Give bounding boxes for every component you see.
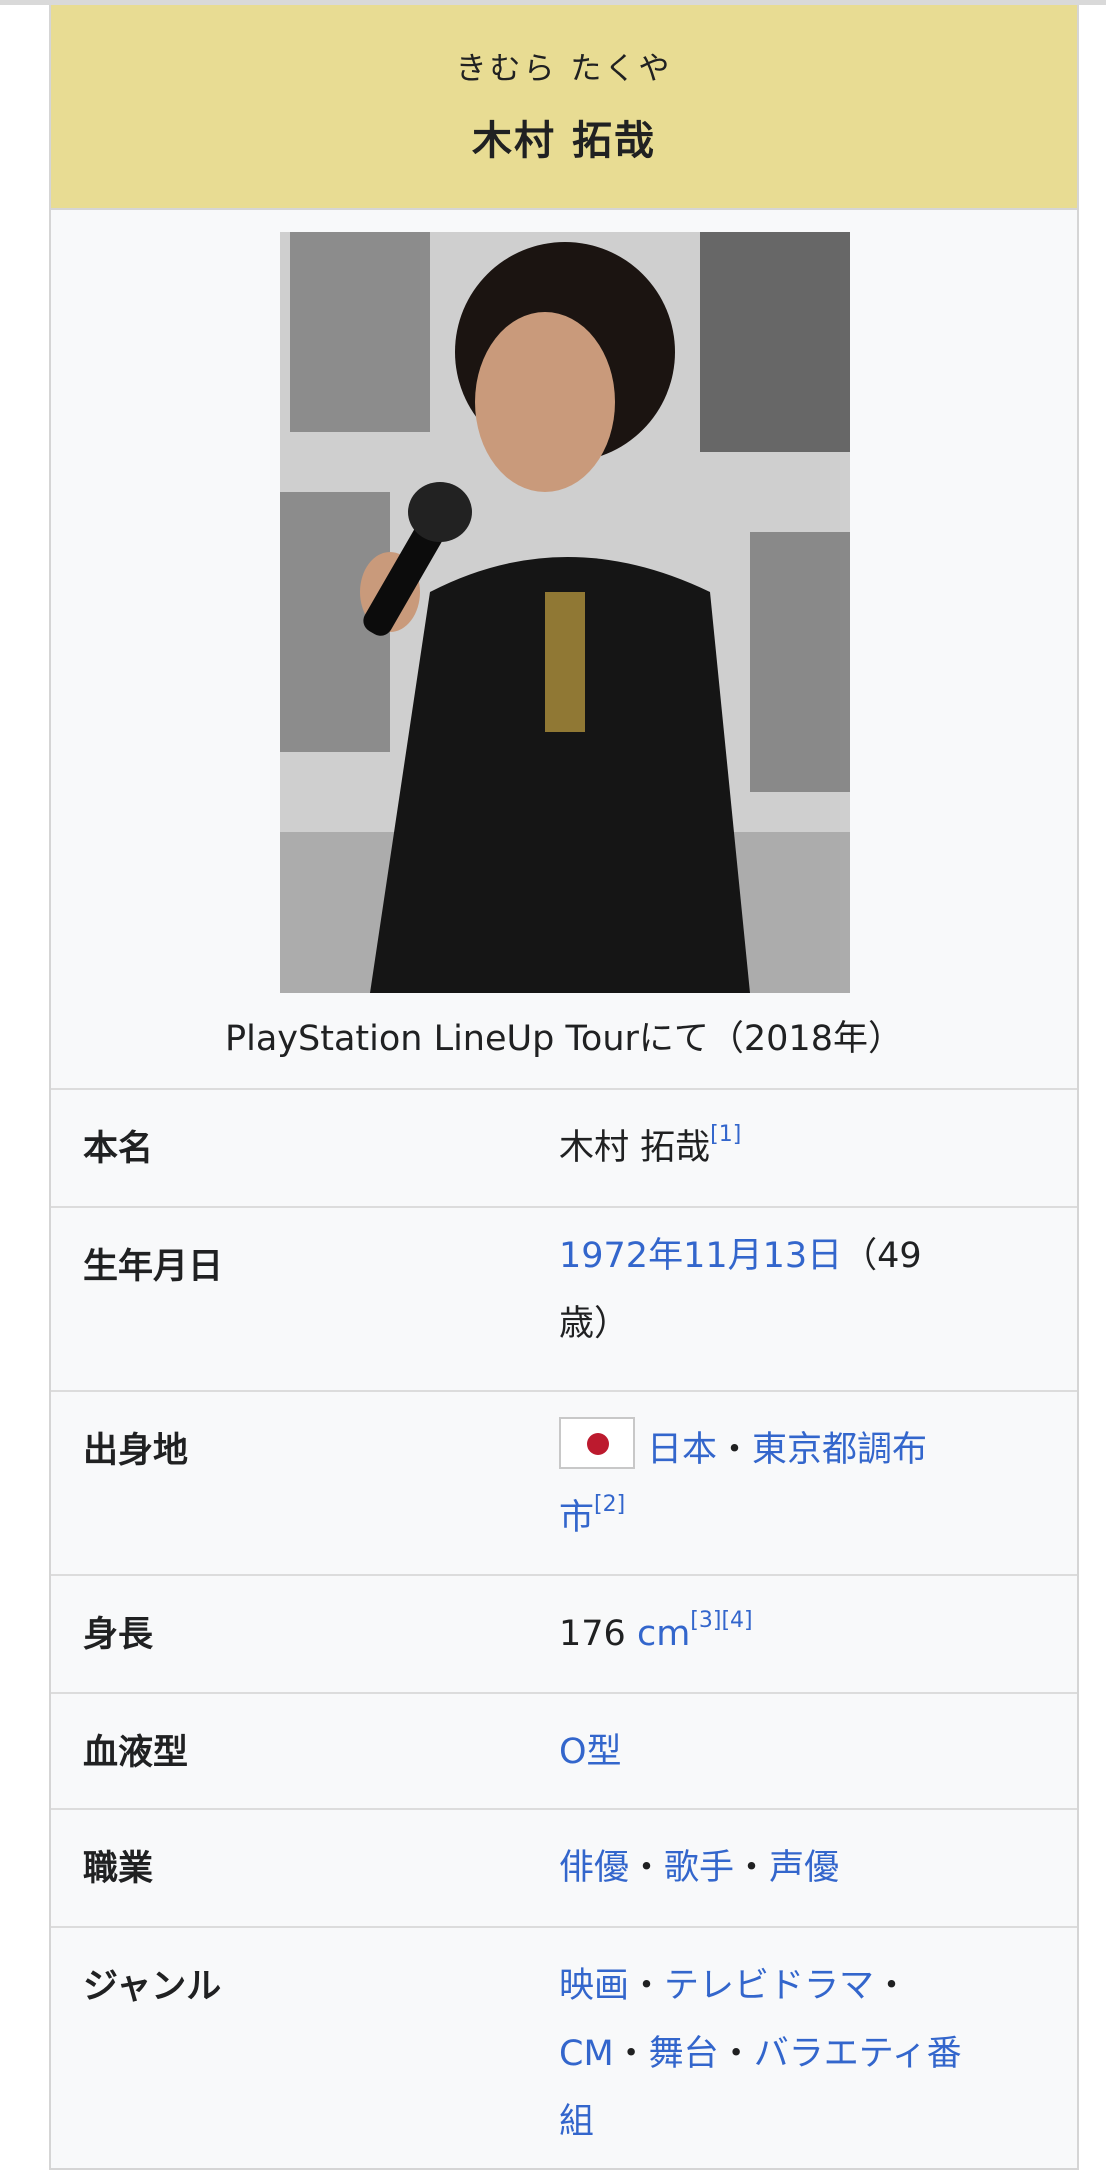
row-label: 身長 xyxy=(83,1615,154,1655)
separator: ・ xyxy=(629,1848,665,1888)
infobox-header: きむら たくや 木村 拓哉 xyxy=(51,5,1077,210)
row-birthdate: 生年月日 1972年11月13日（49 歳） xyxy=(51,1208,1077,1392)
row-label: 生年月日 xyxy=(83,1247,224,1287)
genre-link[interactable]: CM xyxy=(559,2034,614,2074)
infobox: きむら たくや 木村 拓哉 PlayStation LineUp Tourにて（… xyxy=(49,5,1079,2170)
row-birthplace: 出身地 日本・東京都調布 市[2] xyxy=(51,1392,1077,1576)
reference-link[interactable]: [1] xyxy=(710,1122,741,1147)
row-value: 176 cm[3][4] xyxy=(559,1576,1077,1692)
row-label: ジャンル xyxy=(83,1967,222,2007)
genre-link[interactable]: 映画 xyxy=(559,1966,629,2006)
genre-link[interactable]: 組 xyxy=(559,2102,594,2142)
row-genre: ジャンル 映画・テレビドラマ・ CM・舞台・バラエティ番 組 xyxy=(51,1928,1077,2168)
row-label: 出身地 xyxy=(83,1431,189,1471)
birthdate-link[interactable]: 1972年11月13日 xyxy=(559,1236,842,1276)
reference-link[interactable]: [2] xyxy=(594,1492,625,1517)
person-name: 木村 拓哉 xyxy=(472,118,656,164)
row-label: 職業 xyxy=(83,1849,154,1889)
row-value: 1972年11月13日（49 歳） xyxy=(559,1208,1077,1390)
occupation-link[interactable]: 声優 xyxy=(769,1848,839,1888)
image-caption: PlayStation LineUp Tourにて（2018年） xyxy=(225,1019,903,1059)
name-reading: きむら たくや xyxy=(455,51,673,87)
unit-link[interactable]: cm xyxy=(637,1614,690,1654)
row-blood-type: 血液型 O型 xyxy=(51,1694,1077,1810)
separator: ・ xyxy=(717,1430,753,1470)
separator: ・ xyxy=(734,1848,770,1888)
separator: ・ xyxy=(629,1966,665,2006)
reference-link[interactable]: [3][4] xyxy=(690,1608,752,1633)
genre-link[interactable]: 舞台 xyxy=(649,2034,719,2074)
image-cell: PlayStation LineUp Tourにて（2018年） xyxy=(51,210,1077,1090)
row-value: 映画・テレビドラマ・ CM・舞台・バラエティ番 組 xyxy=(559,1928,1077,2168)
row-label: 本名 xyxy=(83,1129,154,1169)
birthplace-link-country[interactable]: 日本 xyxy=(647,1430,717,1470)
age-open: （49 xyxy=(842,1236,922,1276)
real-name-value: 木村 拓哉 xyxy=(559,1128,711,1168)
row-value: 日本・東京都調布 市[2] xyxy=(559,1392,1077,1574)
birthplace-link-city-cont[interactable]: 市 xyxy=(559,1498,594,1538)
row-value: 俳優・歌手・声優 xyxy=(559,1810,1077,1926)
row-value: 木村 拓哉[1] xyxy=(559,1090,1077,1206)
row-occupation: 職業 俳優・歌手・声優 xyxy=(51,1810,1077,1928)
birthplace-link-city[interactable]: 東京都調布 xyxy=(752,1430,927,1470)
row-value: O型 xyxy=(559,1694,1077,1808)
portrait-photo[interactable] xyxy=(280,232,850,993)
row-label: 血液型 xyxy=(83,1733,189,1773)
row-real-name: 本名 木村 拓哉[1] xyxy=(51,1090,1077,1208)
genre-link[interactable]: バラエティ番 xyxy=(754,2034,962,2074)
row-height: 身長 176 cm[3][4] xyxy=(51,1576,1077,1694)
japan-flag-icon[interactable] xyxy=(559,1417,635,1469)
blood-type-link[interactable]: O型 xyxy=(559,1732,622,1772)
separator: ・ xyxy=(874,1966,910,2006)
occupation-link[interactable]: 俳優 xyxy=(559,1848,629,1888)
occupation-link[interactable]: 歌手 xyxy=(664,1848,734,1888)
age-close: 歳） xyxy=(559,1304,630,1344)
height-value: 176 xyxy=(559,1614,626,1654)
separator: ・ xyxy=(718,2034,754,2074)
separator: ・ xyxy=(613,2034,649,2074)
genre-link[interactable]: テレビドラマ xyxy=(664,1966,874,2006)
